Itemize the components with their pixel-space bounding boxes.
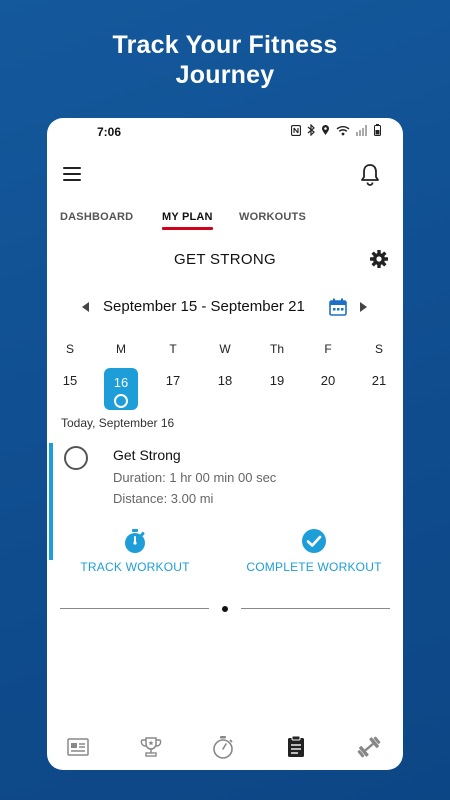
headline-line-2: Journey: [175, 61, 275, 89]
tab-workouts[interactable]: WORKOUTS: [239, 211, 306, 223]
stopwatch-icon: [122, 528, 148, 554]
tab-dashboard[interactable]: DASHBOARD: [60, 211, 133, 223]
card-accent-stripe: [49, 443, 53, 560]
day-column: T 17: [156, 340, 190, 408]
pager-dot-icon[interactable]: [222, 606, 228, 612]
tab-my-plan[interactable]: MY PLAN: [162, 211, 213, 230]
week-navigator: September 15 - September 21: [47, 296, 403, 320]
day-number[interactable]: 17: [156, 368, 190, 408]
day-column: M 16: [104, 340, 138, 410]
day-letter: M: [116, 342, 126, 356]
calendar-icon[interactable]: [329, 298, 347, 316]
pager-line-left: [60, 608, 209, 609]
bell-icon[interactable]: [359, 162, 381, 186]
workout-distance: Distance: 3.00 mi: [113, 491, 214, 506]
day-letter: Th: [269, 342, 284, 356]
workout-duration: Duration: 1 hr 00 min 00 sec: [113, 470, 277, 485]
previous-week-arrow-icon[interactable]: [82, 302, 89, 312]
workout-name: Get Strong: [113, 447, 181, 463]
promo-headline: Track Your Fitness Journey: [0, 30, 450, 90]
complete-workout-button[interactable]: COMPLETE WORKOUT: [244, 528, 384, 574]
signal-icon: [356, 124, 368, 140]
track-workout-label: TRACK WORKOUT: [80, 560, 190, 574]
day-number[interactable]: 21: [362, 368, 396, 408]
status-time: 7:06: [97, 125, 122, 139]
week-range-label: September 15 - September 21: [103, 298, 305, 315]
day-column: S 15: [53, 340, 87, 408]
day-number[interactable]: 18: [208, 368, 242, 408]
day-status-ring-icon: [114, 394, 128, 408]
day-column: W 18: [208, 340, 242, 408]
location-icon: [321, 124, 330, 140]
pager-line-right: [241, 608, 390, 609]
today-label: Today, September 16: [61, 416, 175, 430]
workout-status-circle-icon[interactable]: [64, 446, 88, 470]
wifi-icon: [336, 125, 350, 140]
nfc-icon: [290, 124, 302, 140]
day-letter: W: [219, 342, 231, 356]
news-feed-icon[interactable]: [65, 734, 95, 762]
page-indicator: [60, 605, 390, 613]
day-letter: T: [169, 342, 177, 356]
track-workout-button[interactable]: TRACK WORKOUT: [78, 528, 192, 574]
battery-icon: [374, 124, 381, 140]
plan-title: GET STRONG: [174, 251, 276, 268]
day-column: S 21: [362, 340, 396, 408]
tab-bar: DASHBOARD MY PLAN WORKOUTS: [47, 206, 403, 234]
day-letter: S: [65, 342, 74, 356]
gear-icon[interactable]: [369, 249, 389, 269]
day-number[interactable]: 19: [260, 368, 294, 408]
next-week-arrow-icon[interactable]: [360, 302, 367, 312]
stopwatch-icon[interactable]: [210, 734, 240, 762]
selected-day-number: 16: [113, 375, 129, 390]
day-number[interactable]: 15: [53, 368, 87, 408]
bottom-navigation: [47, 730, 403, 766]
checkmark-circle-icon: [301, 528, 327, 554]
day-number-selected[interactable]: 16: [104, 368, 138, 410]
day-letter: F: [324, 342, 332, 356]
day-column: F 20: [311, 340, 345, 408]
headline-line-1: Track Your Fitness: [112, 31, 338, 59]
day-number[interactable]: 20: [311, 368, 345, 408]
phone-screen: 7:06 DASHBOARD MY PLAN WORKOUTS GET STRO…: [47, 118, 403, 770]
week-calendar: S 15 M 16 T 17 W 18 Th 19 F 20 S 21: [47, 340, 403, 410]
status-bar: 7:06: [47, 118, 403, 146]
day-column: Th 19: [260, 340, 294, 408]
complete-workout-label: COMPLETE WORKOUT: [246, 560, 382, 574]
clipboard-icon[interactable]: [283, 734, 313, 762]
trophy-icon[interactable]: [138, 734, 168, 762]
dumbbell-icon[interactable]: [355, 734, 385, 762]
day-letter: S: [374, 342, 383, 356]
status-icons: [290, 123, 381, 140]
hamburger-menu-icon[interactable]: [63, 167, 81, 181]
bluetooth-icon: [307, 123, 315, 140]
app-bar: [47, 154, 403, 194]
